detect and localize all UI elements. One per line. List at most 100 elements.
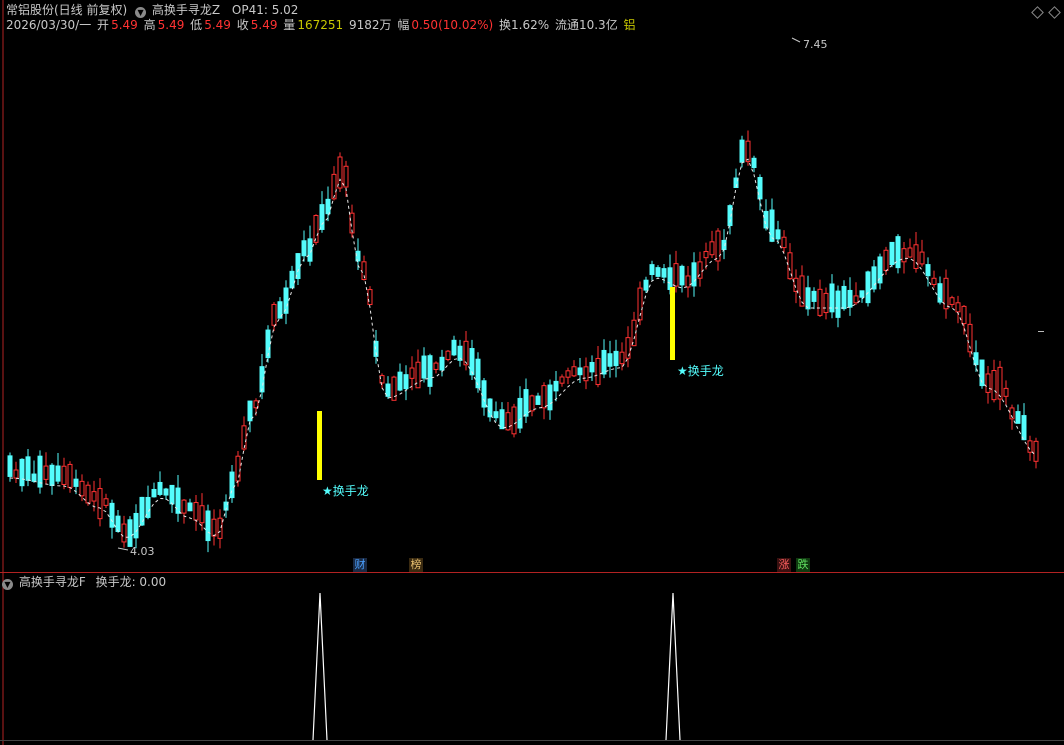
candle-body — [583, 366, 589, 382]
candle-body — [97, 488, 103, 520]
candle-body — [7, 455, 13, 477]
candle-body — [331, 173, 337, 200]
candle-body — [973, 352, 979, 366]
candle-body — [121, 523, 127, 543]
candle-body — [1003, 387, 1009, 397]
sub-indicator-name[interactable]: 高换手寻龙F — [19, 575, 86, 589]
candle-body — [187, 502, 193, 512]
candle-body — [469, 348, 475, 376]
candle-body — [793, 277, 799, 292]
candle-body — [985, 373, 991, 393]
candle-body — [649, 264, 655, 276]
candle-body — [295, 253, 301, 280]
candle-body — [403, 374, 409, 390]
candle-body — [775, 229, 781, 240]
chart-canvas[interactable]: ★换手龙 ★换手龙 7.45 4.03 — [0, 0, 1064, 745]
main-header-row2: 2026/03/30/一 开 5.49 高 5.49 低 5.49 收 5.49 量 16… — [6, 17, 638, 33]
date-label: 2026/03/30/一 — [6, 18, 92, 32]
candle-body — [835, 290, 841, 318]
ranking-tag[interactable]: 榜 — [409, 558, 423, 572]
candle-body — [1015, 411, 1021, 424]
candle-body — [385, 383, 391, 397]
candle-body — [745, 140, 751, 163]
candle-body — [655, 267, 661, 277]
candle-body — [181, 499, 187, 514]
candle-body — [595, 357, 601, 386]
indicator-peak — [312, 592, 328, 741]
candle-body — [619, 351, 625, 365]
candle-body — [991, 370, 997, 401]
candle-body — [811, 290, 817, 302]
candle-body — [901, 248, 907, 263]
candle-body — [517, 397, 523, 429]
candle-body — [565, 370, 571, 378]
candle-body — [199, 505, 205, 524]
candle-body — [91, 491, 97, 502]
candle-body — [463, 340, 469, 366]
volume-label: 量 — [283, 18, 296, 32]
candle-body — [661, 268, 667, 278]
candle-body — [1021, 415, 1027, 441]
sub-indicator-value: 换手龙: 0.00 — [95, 575, 167, 589]
candle-body — [823, 292, 829, 314]
change-label: 幅 — [397, 18, 410, 32]
candle-body — [691, 262, 697, 287]
candle-body — [289, 270, 295, 289]
indicator-name[interactable]: 高换手寻龙Z — [152, 3, 220, 17]
high-label: 高 — [143, 18, 156, 32]
candle-body — [589, 361, 595, 373]
candle-body — [613, 350, 619, 367]
candle-body — [511, 406, 517, 435]
candle-body — [271, 303, 277, 326]
stock-name[interactable]: 常铝股份(日线 前复权) — [6, 3, 127, 17]
candle-body — [571, 366, 577, 377]
candle-body — [505, 412, 511, 431]
candle-body — [127, 519, 133, 547]
candle-body — [547, 384, 553, 411]
amount-value: 9182万 — [348, 18, 392, 32]
candle-body — [313, 214, 319, 243]
open-value: 5.49 — [111, 18, 138, 32]
candle-body — [739, 139, 745, 163]
main-header-row1: 常铝股份(日线 前复权) ▼ 高换手寻龙Z OP41: 5.02 — [0, 2, 300, 18]
candle-body — [61, 465, 67, 485]
candle-body — [559, 376, 565, 384]
candle-body — [13, 469, 19, 479]
candle-body — [883, 249, 889, 271]
finance-tag[interactable]: 财 — [353, 558, 367, 572]
price-tick-mark — [1038, 331, 1044, 332]
sub-indicator-dropdown-icon[interactable]: ▼ — [2, 579, 13, 590]
signal-bar — [670, 287, 675, 360]
candle-body — [931, 277, 937, 285]
high-value: 5.49 — [157, 18, 185, 32]
candle-body — [487, 398, 493, 418]
candle-body — [895, 236, 901, 269]
high-pointer — [791, 37, 801, 43]
candle-body — [643, 279, 649, 291]
limit-up-tag[interactable]: 涨 — [777, 558, 791, 572]
open-label: 开 — [97, 18, 110, 32]
candle-body — [211, 518, 217, 537]
candle-body — [409, 367, 415, 379]
candle-body — [319, 204, 325, 230]
low-label: 低 — [190, 18, 203, 32]
candle-body — [865, 271, 871, 304]
candle-body — [43, 465, 49, 480]
limit-down-tag[interactable]: 跌 — [796, 558, 810, 572]
candle-body — [241, 425, 247, 450]
candle-body — [31, 473, 37, 482]
candle-body — [25, 456, 31, 481]
candle-body — [451, 339, 457, 356]
candle-body — [367, 289, 373, 306]
candle-body — [859, 290, 865, 298]
candle-body — [763, 210, 769, 229]
candle-body — [685, 275, 691, 288]
candle-body — [103, 498, 109, 506]
candle-body — [481, 380, 487, 408]
candle-body — [151, 488, 157, 498]
sector-value[interactable]: 铝 — [624, 18, 636, 32]
indicator-peak — [665, 592, 681, 741]
close-value: 5.49 — [250, 18, 278, 32]
candle-body — [79, 480, 85, 497]
candle-body — [55, 465, 61, 482]
